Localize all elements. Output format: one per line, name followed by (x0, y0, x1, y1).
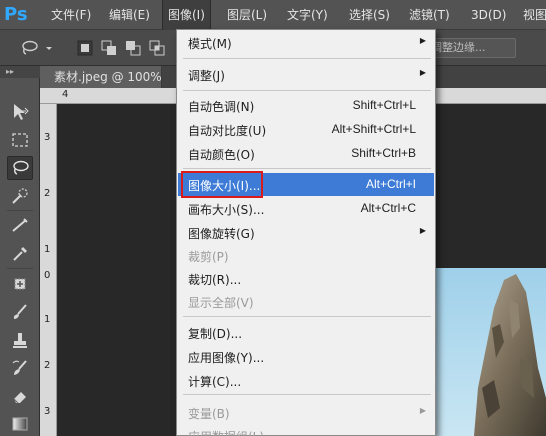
menu-filter[interactable]: 滤镜(T) (404, 0, 455, 30)
document-image (434, 268, 546, 436)
photoshop-logo: Ps (4, 4, 28, 25)
lasso-preset-icon[interactable] (20, 39, 38, 57)
menu-item-auto-tone[interactable]: 自动色调(N) Shift+Ctrl+L (178, 94, 434, 117)
brush-tool-icon[interactable] (7, 300, 33, 324)
menu-select[interactable]: 选择(S) (344, 0, 395, 30)
menu-type[interactable]: 文字(Y) (282, 0, 333, 30)
menu-item-apply-image[interactable]: 应用图像(Y)... (178, 345, 434, 368)
ruler-label: 2 (44, 360, 51, 371)
ruler-label: 0 (44, 270, 51, 281)
menu-item-image-size[interactable]: 图像大小(I)... Alt+Ctrl+I (178, 171, 434, 198)
menu-item-adjustments[interactable]: 调整(J) ▶ (178, 63, 434, 86)
panel-collapse-icon[interactable]: ▸▸ (0, 66, 40, 78)
ruler-label: 1 (44, 244, 51, 255)
tools-panel: ▸▸ (0, 66, 40, 436)
submenu-arrow-icon: ▶ (419, 226, 426, 235)
submenu-arrow-icon: ▶ (419, 406, 426, 415)
menu-item-duplicate[interactable]: 复制(D)... (178, 321, 434, 344)
menu-item-trim[interactable]: 裁切(R)... (178, 267, 434, 290)
menu-item-variables: 变量(B) ▶ (188, 406, 426, 421)
intersect-selection-icon[interactable] (148, 39, 166, 57)
document-tab[interactable]: 素材.jpeg @ 100% (40, 66, 162, 88)
refine-edge-button[interactable]: 调整边缘... (424, 38, 516, 58)
add-to-selection-icon[interactable] (100, 39, 118, 57)
ruler-label: 3 (44, 132, 51, 143)
menu-item-image-rotation[interactable]: 图像旋转(G) ▶ (178, 221, 434, 244)
ruler-label: 3 (44, 406, 51, 417)
menu-item-mode[interactable]: 模式(M) ▶ (178, 31, 434, 54)
quick-select-tool-icon[interactable] (7, 184, 33, 208)
chevron-down-icon[interactable] (44, 39, 54, 57)
history-brush-tool-icon[interactable] (7, 356, 33, 380)
menu-item-calculations[interactable]: 计算(C)... (178, 369, 434, 392)
gradient-tool-icon[interactable] (7, 412, 33, 436)
new-selection-icon[interactable] (76, 39, 94, 57)
menu-item-canvas-size[interactable]: 画布大小(S)... Alt+Ctrl+C (178, 197, 434, 220)
menu-view[interactable]: 视图 (518, 0, 546, 30)
eraser-tool-icon[interactable] (7, 384, 33, 408)
menu-image[interactable]: 图像(I) (162, 0, 211, 30)
menu-item-auto-contrast[interactable]: 自动对比度(U) Alt+Shift+Ctrl+L (178, 118, 434, 141)
menu-item-apply-data-set: 应用数据组(L)... (178, 424, 434, 436)
clone-stamp-tool-icon[interactable] (7, 328, 33, 352)
ruler-label: 4 (62, 89, 69, 100)
menu-file[interactable]: 文件(F) (46, 0, 96, 30)
ruler-label: 1 (44, 314, 51, 325)
healing-brush-tool-icon[interactable] (7, 272, 33, 296)
eyedropper-tool-icon[interactable] (7, 242, 33, 266)
menu-item-crop: 裁剪(P) (188, 250, 229, 264)
submenu-arrow-icon: ▶ (419, 36, 426, 45)
vertical-ruler: 3 2 1 0 1 2 3 (40, 104, 57, 436)
subtract-from-selection-icon[interactable] (124, 39, 142, 57)
ruler-label: 2 (44, 188, 51, 199)
menu-edit[interactable]: 编辑(E) (104, 0, 155, 30)
submenu-arrow-icon: ▶ (419, 68, 426, 77)
menu-item-auto-color[interactable]: 自动颜色(O) Shift+Ctrl+B (178, 142, 434, 165)
marquee-tool-icon[interactable] (7, 128, 33, 152)
image-menu-dropdown: 模式(M) ▶ 调整(J) ▶ 自动色调(N) Shift+Ctrl+L 自动对… (176, 29, 436, 436)
move-tool-icon[interactable] (7, 100, 33, 124)
lasso-tool-icon[interactable] (7, 156, 33, 180)
menu-item-reveal-all: 显示全部(V) (188, 296, 254, 310)
menu-3d[interactable]: 3D(D) (466, 0, 511, 30)
menu-bar: Ps 文件(F) 编辑(E) 图像(I) 图层(L) 文字(Y) 选择(S) 滤… (0, 0, 546, 30)
menu-layer[interactable]: 图层(L) (222, 0, 272, 30)
crop-tool-icon[interactable] (7, 214, 33, 238)
